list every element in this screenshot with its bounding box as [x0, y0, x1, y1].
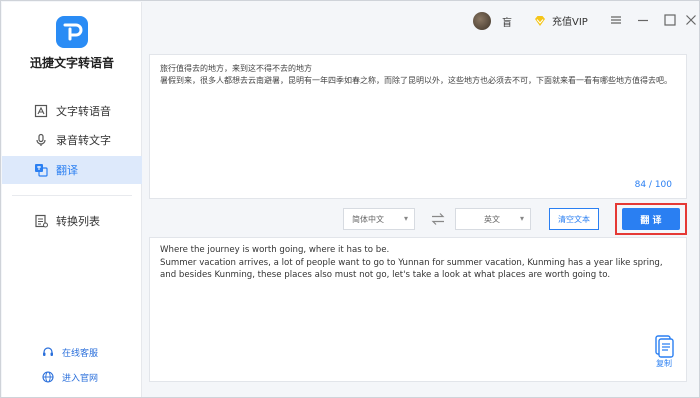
source-text-input[interactable]: 旅行值得去的地方，来到这不得不去的地方 暑假到来，很多人都想去云南避暑，昆明有一…: [160, 63, 678, 87]
sidebar-item-conversion-list[interactable]: 转换列表: [2, 207, 142, 235]
app-window: 迅捷文字转语音 文字转语音 录音转文字 翻译 转换列表 在线客服 进入官网 盲 …: [0, 0, 700, 398]
target-language-select[interactable]: 英文 ▾: [455, 208, 531, 230]
foot-link-label: 在线客服: [62, 348, 99, 359]
sidebar-item-label: 录音转文字: [56, 134, 111, 147]
sidebar: 迅捷文字转语音 文字转语音 录音转文字 翻译 转换列表 在线客服 进入官网: [2, 2, 142, 397]
translate-icon: [34, 163, 48, 177]
sidebar-item-label: 翻译: [56, 164, 78, 177]
online-support-link[interactable]: 在线客服: [2, 344, 142, 360]
sidebar-item-text-to-speech[interactable]: 文字转语音: [2, 97, 142, 125]
source-text-panel[interactable]: 旅行值得去的地方，来到这不得不去的地方 暑假到来，很多人都想去云南避暑，昆明有一…: [149, 54, 687, 199]
avatar[interactable]: [473, 12, 491, 30]
vip-diamond-icon[interactable]: [533, 13, 547, 27]
sidebar-item-translate[interactable]: 翻译: [2, 156, 142, 184]
source-language-value: 简体中文: [352, 214, 384, 224]
close-icon[interactable]: [683, 12, 699, 28]
sidebar-divider: [12, 195, 132, 196]
target-language-value: 英文: [484, 214, 500, 224]
translation-result-panel: Where the journey is worth going, where …: [149, 237, 687, 382]
sidebar-item-label: 文字转语音: [56, 105, 111, 118]
minimize-icon[interactable]: [635, 12, 651, 28]
clear-text-button[interactable]: 清空文本: [549, 208, 599, 230]
list-icon: [34, 214, 48, 228]
source-language-select[interactable]: 简体中文 ▾: [343, 208, 415, 230]
headset-icon: [42, 346, 54, 358]
character-counter: 84 / 100: [634, 180, 672, 190]
globe-icon: [42, 371, 54, 383]
app-name: 迅捷文字转语音: [29, 56, 114, 70]
official-site-link[interactable]: 进入官网: [2, 369, 142, 385]
top-bar: 盲 充值VIP: [143, 2, 699, 40]
translation-result-text: Where the journey is worth going, where …: [160, 245, 663, 280]
microphone-icon: [34, 133, 48, 147]
chevron-down-icon: ▾: [519, 214, 524, 223]
translate-button[interactable]: 翻 译: [622, 208, 680, 230]
copy-button[interactable]: 复制: [650, 334, 678, 370]
foot-link-label: 进入官网: [62, 373, 99, 384]
vip-label[interactable]: 充值VIP: [552, 13, 588, 28]
sidebar-item-speech-to-text[interactable]: 录音转文字: [2, 126, 142, 154]
maximize-icon[interactable]: [662, 12, 678, 28]
app-logo-icon: [56, 16, 88, 48]
settings-icon[interactable]: [608, 12, 624, 28]
user-name[interactable]: 盲: [502, 14, 512, 29]
swap-languages-icon[interactable]: [430, 211, 446, 225]
sidebar-item-label: 转换列表: [56, 215, 100, 228]
copy-label: 复制: [656, 359, 672, 368]
translate-toolbar: 简体中文 ▾ 英文 ▾ 清空文本 翻 译: [149, 203, 687, 235]
chevron-down-icon: ▾: [403, 214, 408, 223]
text-to-speech-icon: [34, 104, 48, 118]
